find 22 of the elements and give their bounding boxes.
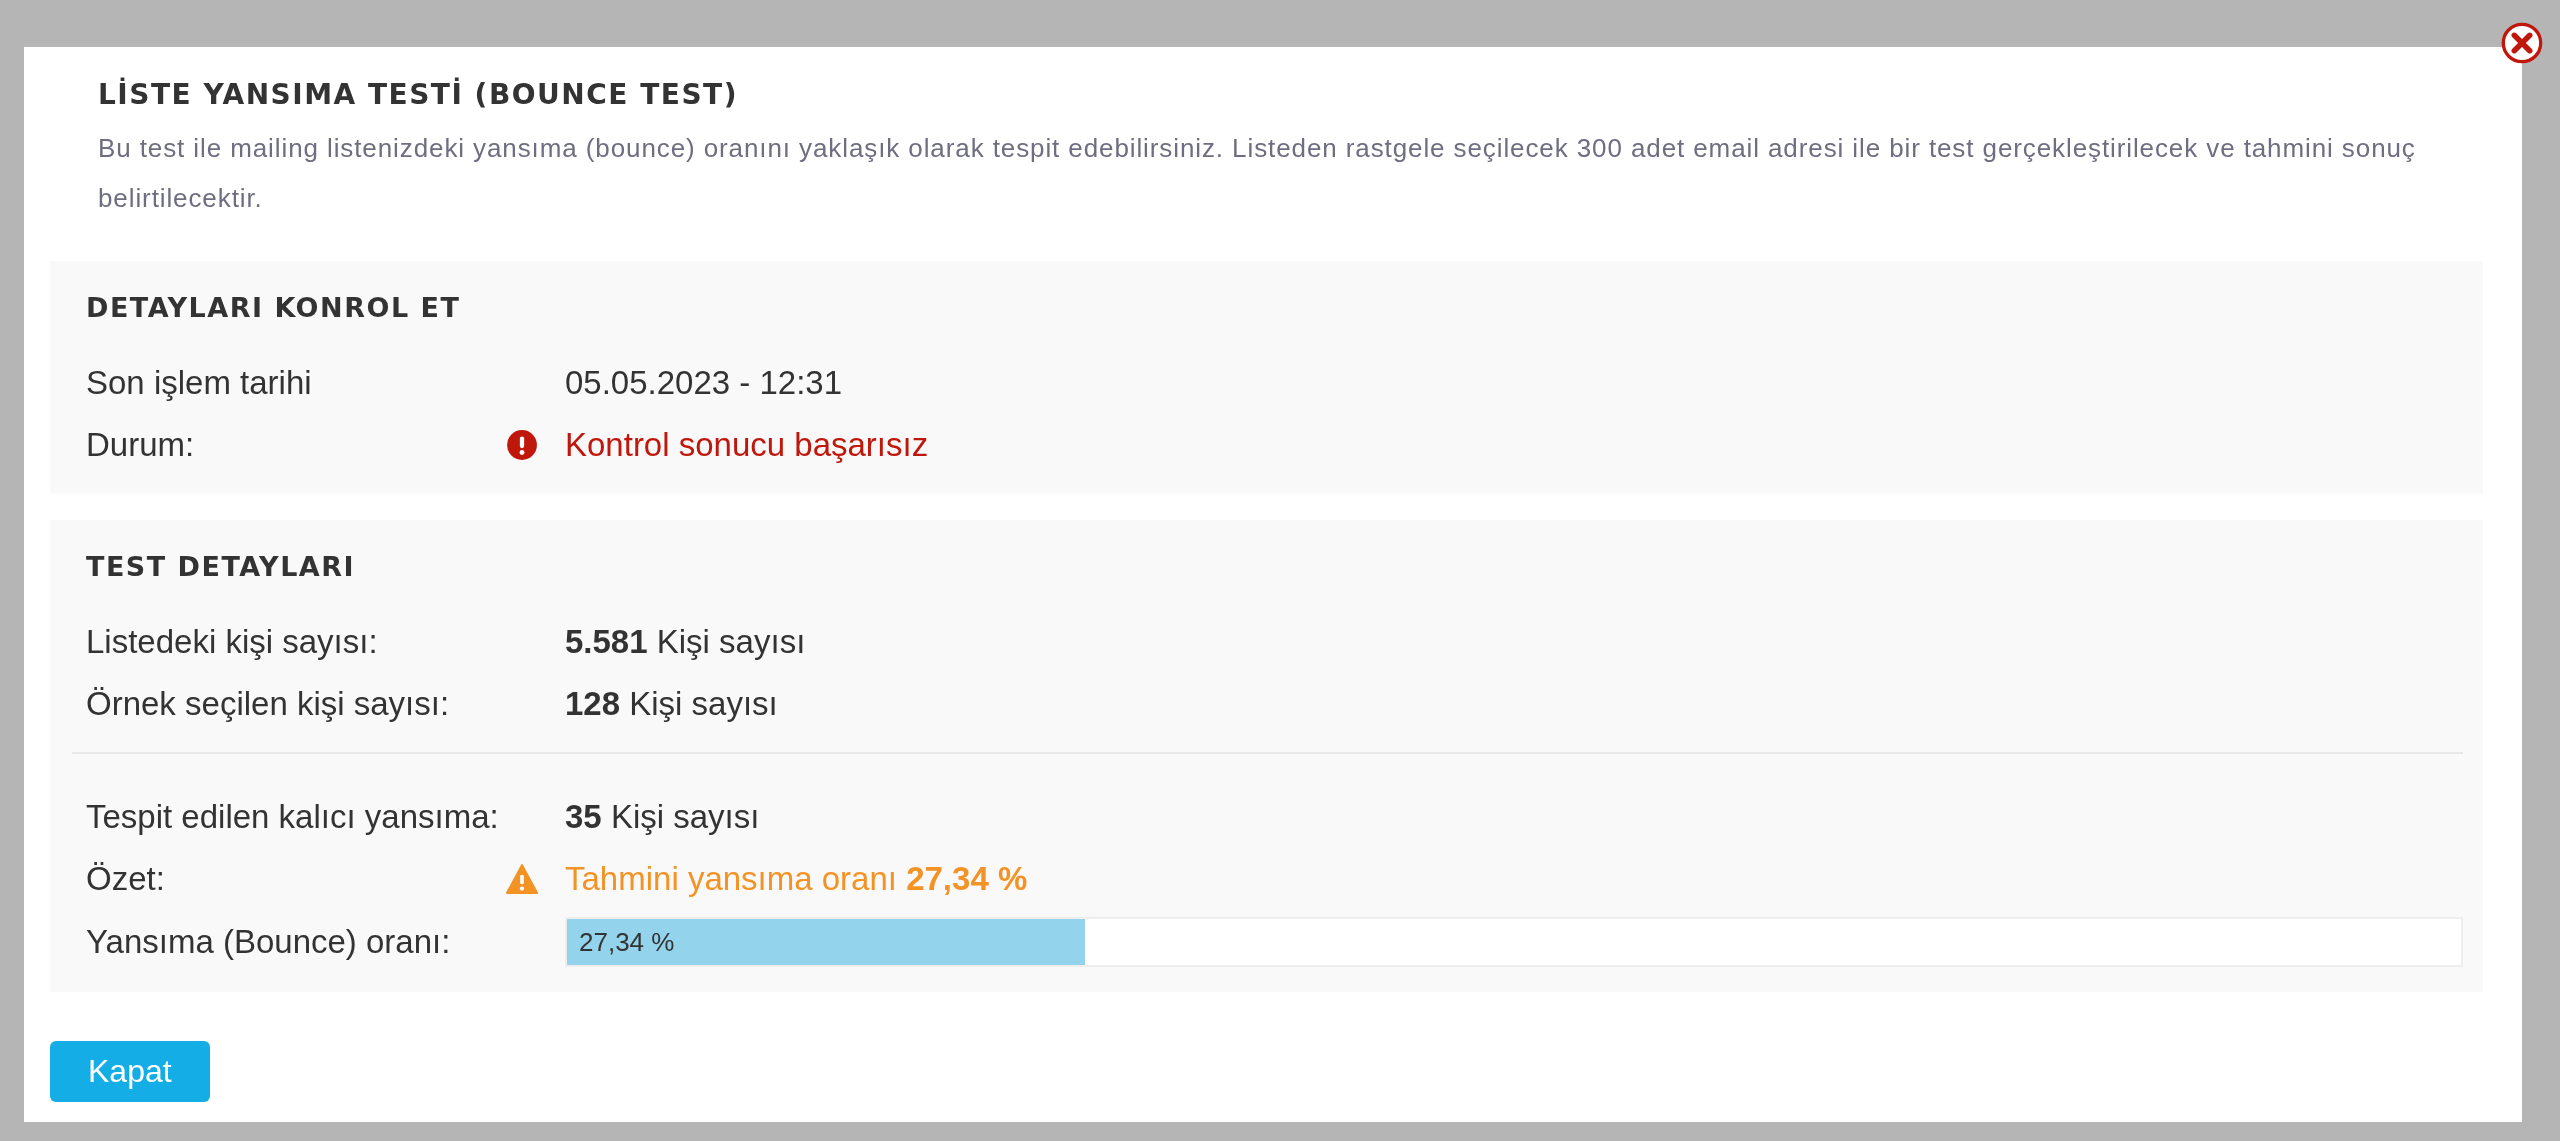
status-message: Tahmini yansıma oranı 27,34 % <box>565 860 1029 898</box>
warning-icon <box>506 863 538 895</box>
field-label: Son işlem tarihi <box>86 364 313 402</box>
status-message: Kontrol sonucu başarısız <box>565 426 930 464</box>
dialog-title: LİSTE YANSIMA TESTİ (BOUNCE TEST) <box>98 77 739 113</box>
close-icon[interactable] <box>2500 21 2544 65</box>
field-label: Listedeki kişi sayısı: <box>86 623 379 661</box>
field-label: Yansıma (Bounce) oranı: <box>86 923 452 961</box>
field-value: 5.581 Kişi sayısı <box>565 623 807 661</box>
field-value: 128 Kişi sayısı <box>565 685 779 723</box>
section-title: DETAYLARI KONROL ET <box>86 291 462 325</box>
field-label: Tespit edilen kalıcı yansıma: <box>86 798 500 836</box>
close-button[interactable]: Kapat <box>50 1041 210 1102</box>
section-title: TEST DETAYLARI <box>86 550 357 584</box>
field-label: Durum: <box>86 426 196 464</box>
field-label: Örnek seçilen kişi sayısı: <box>86 685 451 723</box>
field-value: 35 Kişi sayısı <box>565 798 761 836</box>
field-label: Özet: <box>86 860 166 898</box>
dialog-description: Bu test ile mailing listenizdeki yansıma (bounce) oranını yaklaşık olarak tespit edebilirsiniz. Listeden rastgele seçilecek 300 adet email adresi ile bir test gerçekleştirilecek ve tahmini sonuç belirtilecektir. <box>98 132 2417 215</box>
field-value: 05.05.2023 - 12:31 <box>565 364 844 402</box>
error-icon <box>506 429 538 461</box>
progress-reading: 27,34 % <box>579 926 675 958</box>
